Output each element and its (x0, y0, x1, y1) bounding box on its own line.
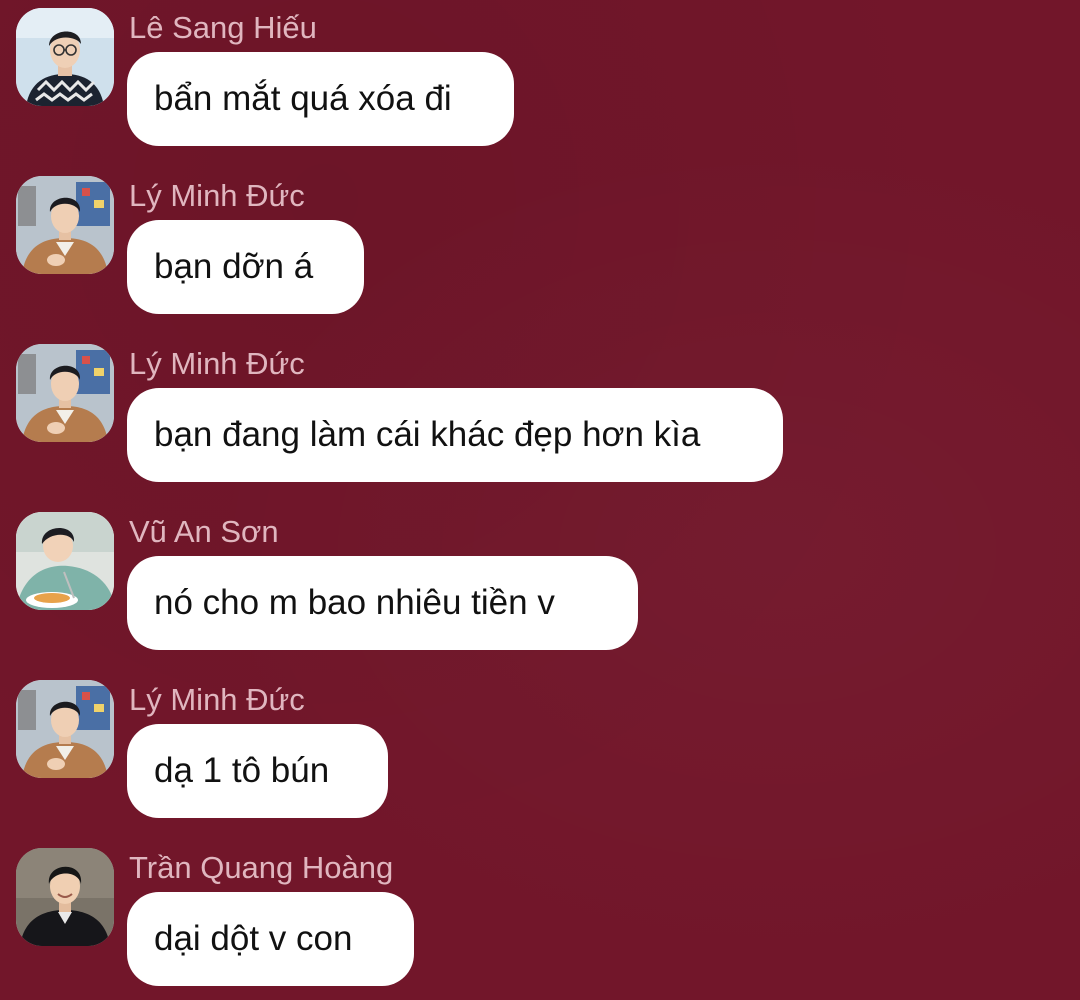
message-row: Lê Sang Hiếu bẩn mắt quá xóa đi (0, 8, 1080, 158)
message-row: Lý Minh Đức bạn dỡn á (0, 176, 1080, 326)
message-bubble[interactable]: bạn dỡn á (127, 220, 364, 314)
sender-name: Lý Minh Đức (129, 178, 305, 213)
message-bubble[interactable]: bẩn mắt quá xóa đi (127, 52, 514, 146)
avatar-vu-an-son-icon[interactable] (16, 512, 114, 610)
chat-message-list[interactable]: Lê Sang Hiếu bẩn mắt quá xóa đi Lý Minh … (0, 0, 1080, 1000)
message-row: Lý Minh Đức bạn đang làm cái khác đẹp hơ… (0, 344, 1080, 494)
sender-name: Lý Minh Đức (129, 346, 305, 381)
message-row: Lý Minh Đức dạ 1 tô bún (0, 680, 1080, 830)
message-row: Vũ An Sơn nó cho m bao nhiêu tiền v (0, 512, 1080, 662)
avatar-ly-minh-duc-icon[interactable] (16, 176, 114, 274)
avatar-tran-quang-hoang-icon[interactable] (16, 848, 114, 946)
message-bubble[interactable]: nó cho m bao nhiêu tiền v (127, 556, 638, 650)
avatar-ly-minh-duc-icon[interactable] (16, 344, 114, 442)
avatar-ly-minh-duc-icon[interactable] (16, 680, 114, 778)
sender-name: Vũ An Sơn (129, 514, 279, 549)
sender-name: Trần Quang Hoàng (129, 850, 394, 885)
sender-name: Lý Minh Đức (129, 682, 305, 717)
sender-name: Lê Sang Hiếu (129, 10, 317, 45)
message-bubble[interactable]: bạn đang làm cái khác đẹp hơn kìa (127, 388, 783, 482)
message-bubble[interactable]: dại dột v con (127, 892, 414, 986)
avatar-le-sang-hieu-icon[interactable] (16, 8, 114, 106)
message-bubble[interactable]: dạ 1 tô bún (127, 724, 388, 818)
message-row: Trần Quang Hoàng dại dột v con (0, 848, 1080, 998)
